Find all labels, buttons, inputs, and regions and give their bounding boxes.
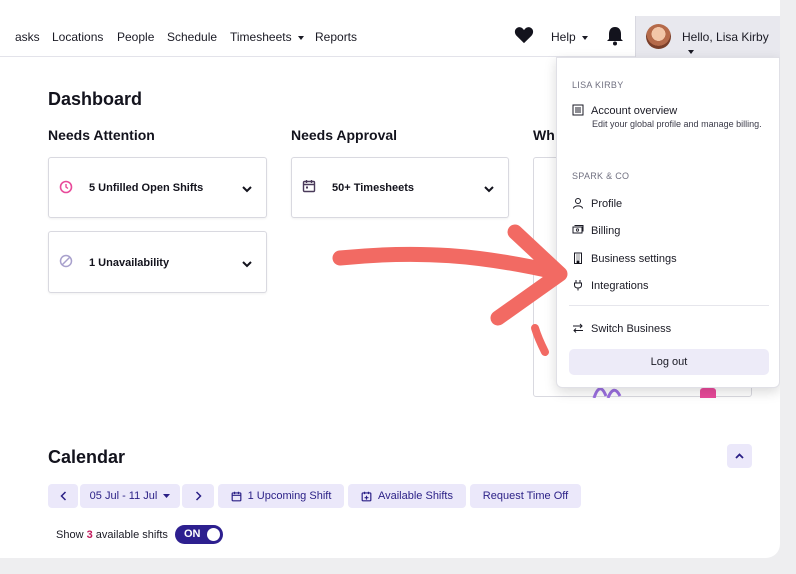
- user-greeting: Hello, Lisa Kirby: [682, 30, 780, 58]
- heart-icon[interactable]: [514, 26, 534, 44]
- unavailable-icon: [59, 254, 73, 268]
- account-overview-label: Account overview: [591, 105, 678, 117]
- menu-integrations[interactable]: Integrations: [572, 279, 648, 292]
- clock-icon: [59, 180, 73, 194]
- unfilled-shifts-label: 5 Unfilled Open Shifts: [89, 182, 204, 194]
- previous-week-button[interactable]: [48, 484, 78, 508]
- show-prefix: Show: [56, 529, 84, 541]
- timesheets-label: 50+ Timesheets: [332, 182, 415, 194]
- show-suffix: available shifts: [95, 529, 168, 541]
- calendar-plus-icon: [361, 491, 372, 501]
- caret-down-icon: [163, 494, 171, 498]
- dashboard-title: Dashboard: [48, 89, 143, 109]
- available-shifts-button[interactable]: Available Shifts: [348, 484, 466, 508]
- unfilled-shifts-card[interactable]: 5 Unfilled Open Shifts: [48, 157, 267, 218]
- nav-help[interactable]: Help: [551, 30, 588, 44]
- money-icon: [572, 225, 584, 234]
- chevron-down-icon: [242, 186, 252, 193]
- available-count: 3: [86, 529, 93, 541]
- needs-approval-heading: Needs Approval: [291, 127, 398, 143]
- upcoming-shift-label: 1 Upcoming Shift: [247, 490, 332, 502]
- business-settings-label: Business settings: [591, 253, 677, 265]
- next-week-button[interactable]: [182, 484, 214, 508]
- menu-profile[interactable]: Profile: [572, 197, 622, 210]
- chevron-up-icon: [735, 453, 744, 459]
- menu-account-overview[interactable]: Account overview: [572, 104, 677, 117]
- request-time-off-label: Request Time Off: [482, 490, 569, 502]
- calendar-icon: [231, 491, 242, 501]
- logout-button[interactable]: Log out: [569, 349, 769, 375]
- user-menu-toggle[interactable]: Hello, Lisa Kirby: [635, 16, 780, 57]
- nav-tasks[interactable]: asks: [15, 30, 40, 44]
- profile-label: Profile: [591, 198, 623, 210]
- app-frame: asks Locations People Schedule Timesheet…: [0, 0, 780, 558]
- upcoming-shift-button[interactable]: 1 Upcoming Shift: [218, 484, 344, 508]
- show-available-shifts: Show 3 available shifts: [56, 529, 168, 541]
- user-dropdown-menu: LISA KIRBY Account overview Edit your gl…: [556, 57, 780, 388]
- chevron-left-icon: [59, 491, 66, 501]
- menu-business-settings[interactable]: Business settings: [572, 252, 677, 265]
- integrations-label: Integrations: [591, 280, 649, 292]
- date-range-dropdown[interactable]: 05 Jul - 11 Jul: [80, 484, 180, 508]
- billing-label: Billing: [591, 225, 621, 237]
- switch-icon: [573, 323, 583, 333]
- user-section-label: LISA KIRBY: [572, 80, 624, 90]
- nav-reports[interactable]: Reports: [315, 30, 357, 44]
- nav-people[interactable]: People: [117, 30, 154, 44]
- chevron-down-icon: [484, 186, 494, 193]
- menu-divider: [569, 305, 769, 306]
- decorative-block: [700, 388, 716, 398]
- menu-billing[interactable]: Billing: [572, 224, 620, 237]
- needs-attention-heading: Needs Attention: [48, 127, 155, 143]
- toggle-label: ON: [184, 528, 201, 540]
- unavailability-label: 1 Unavailability: [89, 257, 170, 269]
- menu-switch-business[interactable]: Switch Business: [572, 322, 671, 335]
- user-icon: [573, 198, 583, 209]
- chevron-down-icon: [242, 261, 252, 268]
- switch-business-label: Switch Business: [591, 323, 672, 335]
- third-column-heading: Wh: [533, 127, 555, 143]
- top-navigation: asks Locations People Schedule Timesheet…: [0, 0, 780, 57]
- avatar: [646, 24, 671, 49]
- plug-icon: [574, 280, 582, 291]
- chevron-right-icon: [195, 491, 202, 501]
- collapse-calendar-button[interactable]: [727, 444, 752, 468]
- date-range-label: 05 Jul - 11 Jul: [89, 490, 158, 502]
- bell-icon[interactable]: [606, 26, 624, 46]
- calendar-icon: [302, 180, 316, 193]
- calendar-title: Calendar: [48, 447, 126, 467]
- nav-timesheets[interactable]: Timesheets: [230, 30, 304, 44]
- building-icon: [574, 252, 582, 264]
- account-overview-description: Edit your global profile and manage bill…: [592, 119, 762, 129]
- available-shifts-label: Available Shifts: [377, 490, 453, 502]
- nav-locations[interactable]: Locations: [52, 30, 103, 44]
- available-shifts-toggle[interactable]: ON: [175, 525, 223, 544]
- nav-schedule[interactable]: Schedule: [167, 30, 217, 44]
- timesheets-card[interactable]: 50+ Timesheets: [291, 157, 509, 218]
- document-icon: [572, 104, 584, 116]
- toggle-knob: [207, 528, 220, 541]
- request-time-off-button[interactable]: Request Time Off: [470, 484, 581, 508]
- business-section-label: SPARK & CO: [572, 171, 630, 181]
- unavailability-card[interactable]: 1 Unavailability: [48, 231, 267, 293]
